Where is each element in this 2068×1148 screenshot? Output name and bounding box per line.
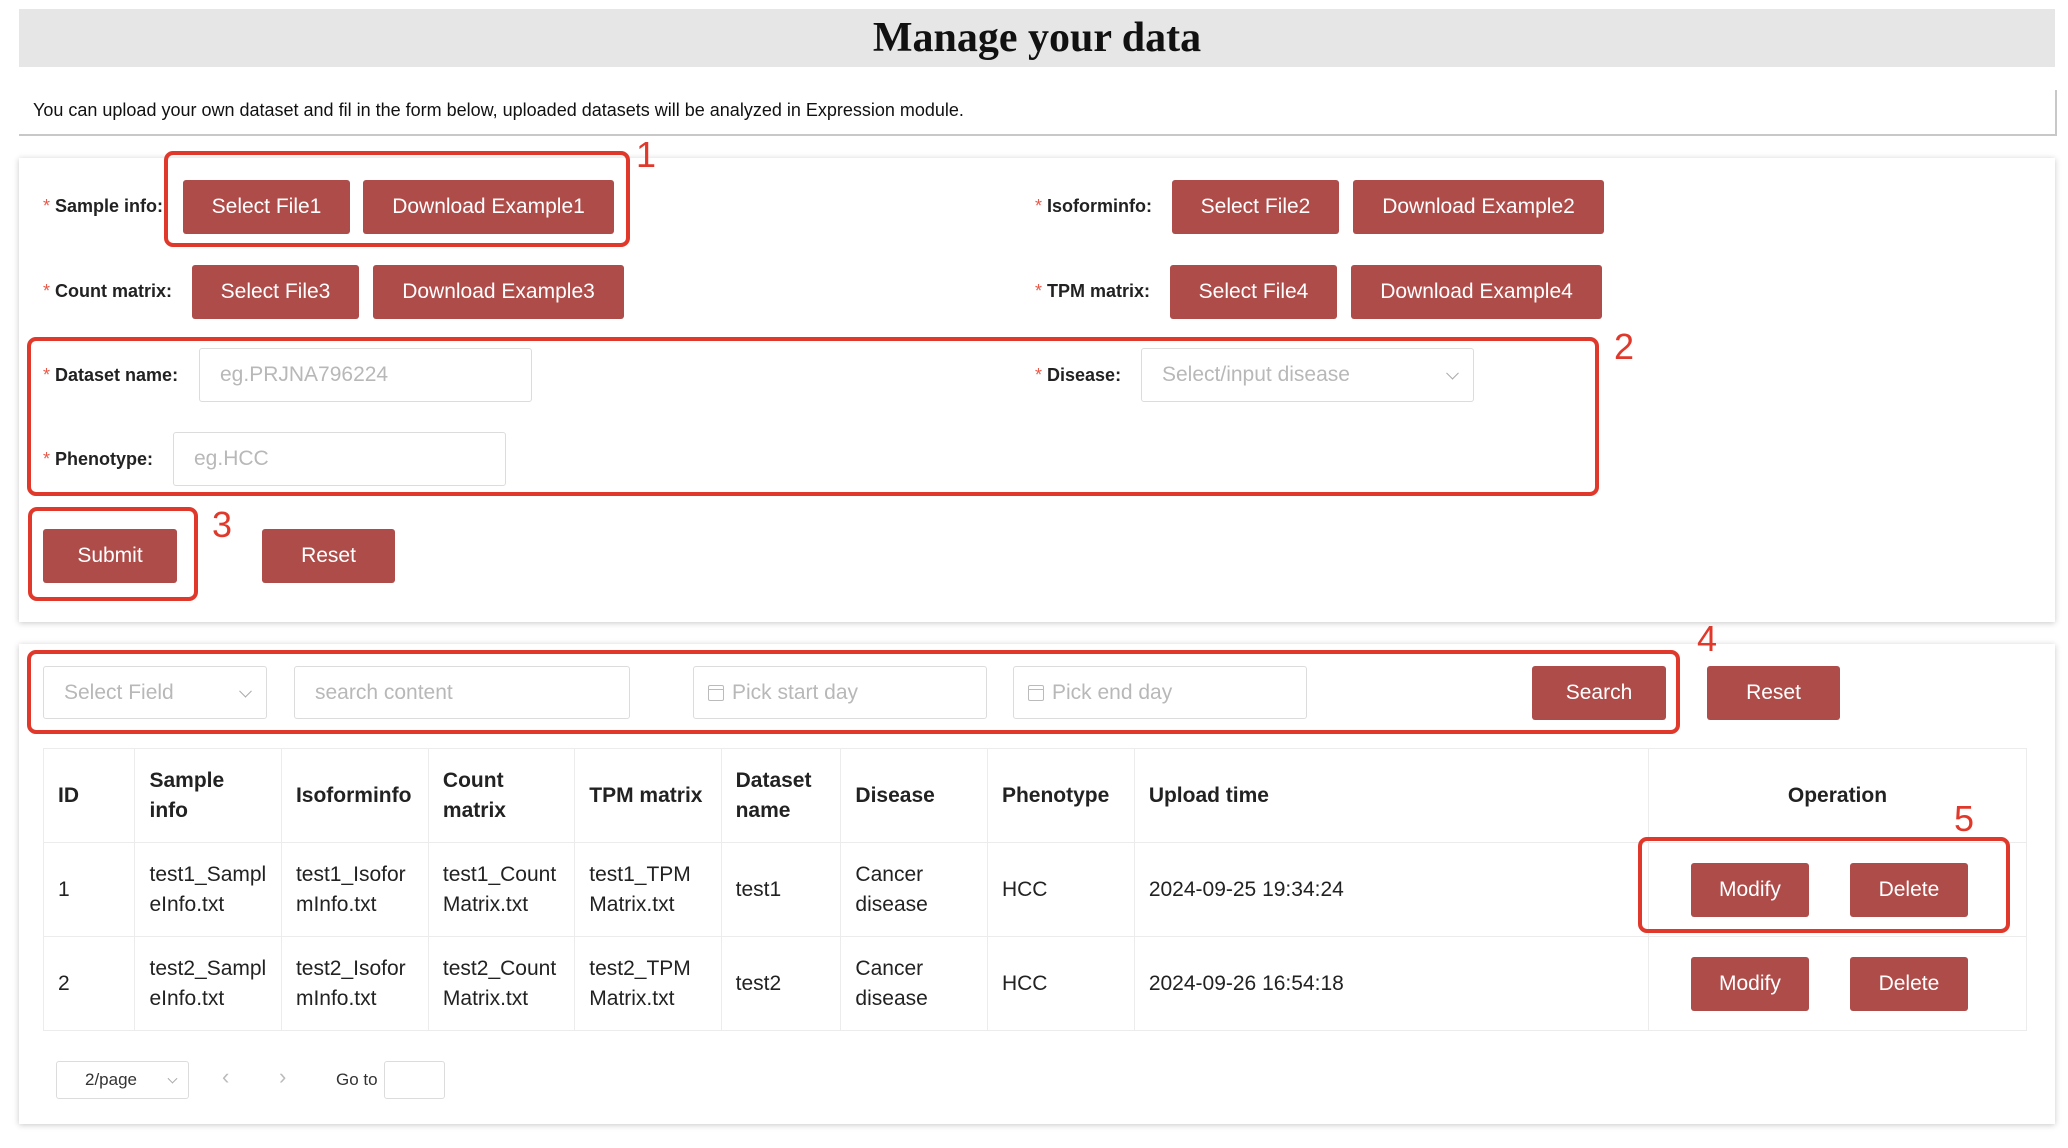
download-example3-button[interactable]: Download Example3 [373, 265, 624, 319]
cell-id: 1 [42, 842, 136, 937]
col-header-dataset-name: Dataset name [720, 748, 842, 843]
cell-id: 2 [42, 936, 136, 1031]
annotation-box-5 [1638, 837, 2010, 933]
annotation-box-4 [27, 650, 1680, 734]
annotation-number-3: 3 [212, 504, 233, 545]
col-header-isoforminfo: Isoforminfo [280, 748, 429, 843]
table-row: 2 test2_SampleInfo.txt test2_IsoformInfo… [42, 936, 2028, 1031]
col-header-tpm-matrix: TPM matrix [574, 748, 722, 843]
intro-text: You can upload your own dataset and fil … [33, 100, 964, 120]
cell-operation: Modify Delete [1647, 936, 2028, 1031]
prev-page-icon[interactable]: ‹ [222, 1064, 229, 1090]
col-header-upload-time: Upload time [1133, 748, 1649, 843]
goto-label: Go to [336, 1070, 378, 1089]
cell-isoforminfo: test2_IsoformInfo.txt [280, 936, 429, 1031]
cell-count-matrix: test1_CountMatrix.txt [427, 842, 576, 937]
cell-tpm-matrix: test2_TPMMatrix.txt [574, 936, 722, 1031]
annotation-number-2: 2 [1614, 326, 1635, 367]
cell-disease: Cancer disease [840, 842, 988, 937]
col-header-id: ID [42, 748, 136, 843]
download-example4-button[interactable]: Download Example4 [1351, 265, 1602, 319]
next-page-icon[interactable]: › [279, 1064, 286, 1090]
col-header-count-matrix: Count matrix [427, 748, 576, 843]
select-file4-button[interactable]: Select File4 [1170, 265, 1337, 319]
cell-dataset-name: test2 [720, 936, 842, 1031]
select-file3-button[interactable]: Select File3 [192, 265, 359, 319]
cell-tpm-matrix: test1_TPMMatrix.txt [574, 842, 722, 937]
cell-sample-info: test2_SampleInfo.txt [134, 936, 282, 1031]
annotation-number-1: 1 [636, 134, 657, 175]
col-header-disease: Disease [840, 748, 988, 843]
count-matrix-label: * Count matrix: [43, 281, 173, 301]
annotation-number-4: 4 [1697, 618, 1718, 659]
table-header-row: ID Sample info Isoforminfo Count matrix … [42, 748, 2028, 843]
annotation-number-5: 5 [1954, 798, 1975, 839]
delete-button[interactable]: Delete [1849, 957, 1968, 1011]
cell-disease: Cancer disease [840, 936, 988, 1031]
page-size-select[interactable]: 2/page [56, 1061, 189, 1099]
col-header-sample-info: Sample info [134, 748, 282, 843]
goto-page-input[interactable] [384, 1061, 445, 1099]
cell-phenotype: HCC [986, 842, 1135, 937]
cell-upload-time: 2024-09-25 19:34:24 [1133, 842, 1649, 937]
download-example2-button[interactable]: Download Example2 [1353, 180, 1604, 234]
cell-count-matrix: test2_CountMatrix.txt [427, 936, 576, 1031]
cell-isoforminfo: test1_IsoformInfo.txt [280, 842, 429, 937]
cell-upload-time: 2024-09-26 16:54:18 [1133, 936, 1649, 1031]
cell-sample-info: test1_SampleInfo.txt [134, 842, 282, 937]
isoforminfo-label: * Isoforminfo: [1035, 196, 1153, 216]
sample-info-label: * Sample info: [43, 196, 164, 216]
annotation-box-3 [28, 507, 198, 601]
page-size-value: 2/page [85, 1070, 137, 1089]
select-file2-button[interactable]: Select File2 [1172, 180, 1339, 234]
tpm-matrix-label: * TPM matrix: [1035, 281, 1151, 301]
search-reset-button[interactable]: Reset [1707, 666, 1840, 720]
cell-phenotype: HCC [986, 936, 1135, 1031]
chevron-down-icon [167, 1073, 178, 1084]
page-title: Manage your data [872, 15, 1202, 61]
annotation-box-1 [164, 151, 630, 247]
cell-dataset-name: test1 [720, 842, 842, 937]
annotation-box-2 [27, 337, 1599, 496]
col-header-phenotype: Phenotype [986, 748, 1135, 843]
modify-button[interactable]: Modify [1690, 957, 1809, 1011]
form-reset-button[interactable]: Reset [262, 529, 395, 583]
